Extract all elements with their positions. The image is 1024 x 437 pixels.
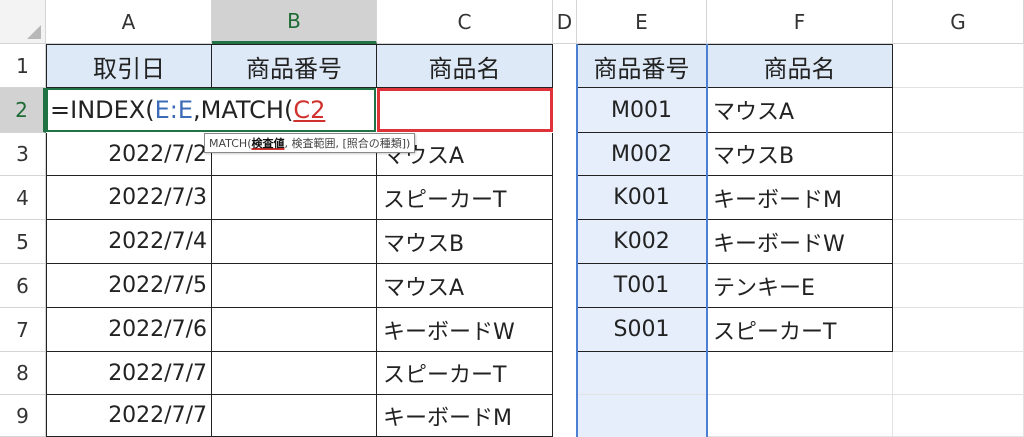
- row-header-4[interactable]: 4: [0, 176, 46, 220]
- cell-f9[interactable]: [707, 395, 893, 437]
- cell-e8[interactable]: [577, 352, 707, 395]
- formula-cell-ref: C2: [293, 96, 326, 124]
- row-header-5[interactable]: 5: [0, 220, 46, 264]
- spreadsheet-grid: A B C D E F G 1 2 3 4 5 6 7 8 9 取引日 商品番号…: [0, 0, 1024, 437]
- cell-f6[interactable]: テンキーE: [707, 264, 893, 308]
- cell-c2-reference-highlight[interactable]: [377, 88, 553, 132]
- cell-g4[interactable]: [893, 176, 1024, 220]
- cell-b4[interactable]: [212, 176, 377, 220]
- row-header-9[interactable]: 9: [0, 395, 46, 437]
- cell-e7[interactable]: S001: [577, 308, 707, 352]
- lookup-header-product-name[interactable]: 商品名: [707, 44, 893, 88]
- row-header-1[interactable]: 1: [0, 44, 46, 88]
- cell-a2-formula-editor[interactable]: =INDEX( E:E ,MATCH( C2: [46, 88, 376, 132]
- row-header-2[interactable]: 2: [0, 88, 46, 133]
- cell-e9[interactable]: [577, 395, 707, 437]
- cell-a8[interactable]: 2022/7/7: [46, 352, 212, 395]
- cell-g3[interactable]: [893, 133, 1024, 176]
- cell-e2[interactable]: M001: [577, 88, 707, 133]
- tooltip-function-name[interactable]: MATCH(: [209, 137, 251, 150]
- cell-c6[interactable]: マウスA: [377, 264, 553, 308]
- formula-range-ref: E:E: [154, 96, 194, 124]
- column-header-c[interactable]: C: [377, 0, 553, 44]
- column-header-e[interactable]: E: [577, 0, 707, 44]
- formula-match-part: ,MATCH(: [193, 96, 294, 124]
- cell-a4[interactable]: 2022/7/3: [46, 176, 212, 220]
- cell-g8[interactable]: [893, 352, 1024, 395]
- formula-index-part: =INDEX(: [50, 96, 155, 124]
- cell-f5[interactable]: キーボードW: [707, 220, 893, 264]
- cell-g5[interactable]: [893, 220, 1024, 264]
- tooltip-current-argument[interactable]: 検査値: [251, 135, 284, 151]
- column-header-b[interactable]: B: [212, 0, 377, 44]
- row-header-3[interactable]: 3: [0, 133, 46, 176]
- cell-g2[interactable]: [893, 88, 1024, 133]
- cell-a5[interactable]: 2022/7/4: [46, 220, 212, 264]
- row-header-6[interactable]: 6: [0, 264, 46, 308]
- cell-g6[interactable]: [893, 264, 1024, 308]
- cell-b6[interactable]: [212, 264, 377, 308]
- cell-b5[interactable]: [212, 220, 377, 264]
- cell-a6[interactable]: 2022/7/5: [46, 264, 212, 308]
- cell-f2[interactable]: マウスA: [707, 88, 893, 133]
- cell-g7[interactable]: [893, 308, 1024, 352]
- column-header-d[interactable]: D: [553, 0, 577, 44]
- column-d-cells[interactable]: [553, 44, 577, 437]
- cell-c8[interactable]: スピーカーT: [377, 352, 553, 395]
- header-cell-product-name[interactable]: 商品名: [377, 44, 553, 88]
- cell-e5[interactable]: K002: [577, 220, 707, 264]
- header-cell-product-code[interactable]: 商品番号: [212, 44, 377, 88]
- function-argument-tooltip[interactable]: MATCH( 検査値 , 検査範囲, [照合の種類]): [204, 133, 416, 153]
- cell-g9[interactable]: [893, 395, 1024, 437]
- select-all-triangle-icon: [27, 25, 41, 39]
- select-all-corner[interactable]: [0, 0, 46, 44]
- reference-range-right-border: [706, 44, 708, 437]
- cell-b7[interactable]: [212, 308, 377, 352]
- cell-c7[interactable]: キーボードW: [377, 308, 553, 352]
- lookup-header-product-code[interactable]: 商品番号: [577, 44, 707, 88]
- cell-c4[interactable]: スピーカーT: [377, 176, 553, 220]
- row-header-8[interactable]: 8: [0, 352, 46, 395]
- column-header-f[interactable]: F: [707, 0, 893, 44]
- tooltip-remaining-arguments[interactable]: , 検査範囲, [照合の種類]): [284, 135, 410, 151]
- cell-c9[interactable]: キーボードM: [377, 395, 553, 437]
- cell-a3[interactable]: 2022/7/2: [46, 133, 212, 176]
- cell-g1[interactable]: [893, 44, 1024, 88]
- row-header-7[interactable]: 7: [0, 308, 46, 352]
- cell-a9[interactable]: 2022/7/7: [46, 395, 212, 437]
- cell-e4[interactable]: K001: [577, 176, 707, 220]
- cell-f7[interactable]: スピーカーT: [707, 308, 893, 352]
- cell-f3[interactable]: マウスB: [707, 133, 893, 176]
- column-header-g[interactable]: G: [893, 0, 1024, 44]
- cell-f4[interactable]: キーボードM: [707, 176, 893, 220]
- cell-b8[interactable]: [212, 352, 377, 395]
- cell-f8[interactable]: [707, 352, 893, 395]
- reference-range-left-border: [576, 44, 578, 437]
- cell-e3[interactable]: M002: [577, 133, 707, 176]
- cell-b9[interactable]: [212, 395, 377, 437]
- cell-e6[interactable]: T001: [577, 264, 707, 308]
- column-header-a[interactable]: A: [46, 0, 212, 44]
- header-cell-trade-date[interactable]: 取引日: [46, 44, 212, 88]
- cell-a7[interactable]: 2022/7/6: [46, 308, 212, 352]
- cell-c5[interactable]: マウスB: [377, 220, 553, 264]
